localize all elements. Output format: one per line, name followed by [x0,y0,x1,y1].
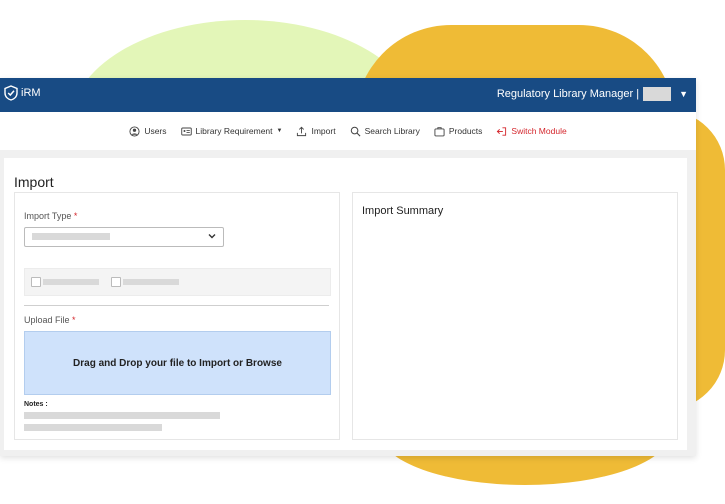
notes-label: Notes : [24,401,48,408]
import-panel: Import Import Type * Upload File * Drag … [4,158,687,450]
page-title: Import [14,174,54,190]
nav-products-label: Products [448,126,483,136]
option-checkbox-1[interactable] [31,277,41,287]
nav-users-label: Users [144,126,167,136]
divider [24,305,329,306]
user-label: Regulatory Library Manager | [496,88,640,100]
nav-users[interactable]: Users [129,125,167,137]
import-type-label-text: Import Type [24,211,72,221]
upload-icon [297,126,307,136]
nav-products[interactable]: Products [434,126,483,137]
app-window: iRM Regulatory Library Manager | ▼ Users… [0,78,696,456]
option-checkbox-2[interactable] [111,277,121,287]
user-icon [129,125,140,137]
required-mark: * [73,211,78,221]
select-value-placeholder [32,233,110,240]
nav-switch-module-label: Switch Module [511,126,567,136]
upload-file-label-text: Upload File [24,315,70,325]
chevron-down-icon [208,234,216,239]
shield-check-icon [4,85,18,101]
import-summary-title: Import Summary [362,205,444,217]
import-summary-card: Import Summary [352,192,678,440]
nav-import[interactable]: Import [296,126,336,137]
option-label-placeholder-2 [123,279,179,285]
notes-placeholder-1 [24,412,220,419]
nav-library-requirement-label: Library Requirement [195,126,273,136]
search-icon [350,126,361,136]
upload-file-label: Upload File * [24,315,76,325]
notes-placeholder-2 [24,424,162,431]
nav-library-requirement[interactable]: Library Requirement ▼ [180,126,283,137]
switch-icon [497,126,507,136]
nav-search-library-label: Search Library [364,126,420,136]
drop-zone-text: Drag and Drop your file to Import or Bro… [73,357,282,369]
logo[interactable]: iRM [4,85,41,101]
briefcase-icon [434,126,445,136]
import-type-select[interactable] [24,227,224,247]
required-mark: * [72,315,76,325]
nav-switch-module[interactable]: Switch Module [496,126,567,137]
import-form-card: Import Type * Upload File * Drag and Dro… [14,192,340,440]
chevron-down-icon: ▼ [276,128,283,134]
import-type-label: Import Type * [24,211,77,221]
option-label-placeholder-1 [43,279,99,285]
user-name-redacted [643,87,672,101]
app-name: iRM [21,87,41,99]
caret-down-icon[interactable]: ▼ [679,89,688,99]
id-card-icon [180,127,192,135]
user-menu[interactable]: Regulatory Library Manager | ▼ [497,87,688,101]
option-checkbox-group [24,268,331,296]
nav-search-library[interactable]: Search Library [350,126,420,137]
file-drop-zone[interactable]: Drag and Drop your file to Import or Bro… [24,331,331,395]
top-header: iRM Regulatory Library Manager | ▼ [0,78,696,112]
module-nav: Users Library Requirement ▼ Import Searc… [0,112,696,150]
nav-import-label: Import [311,126,336,136]
